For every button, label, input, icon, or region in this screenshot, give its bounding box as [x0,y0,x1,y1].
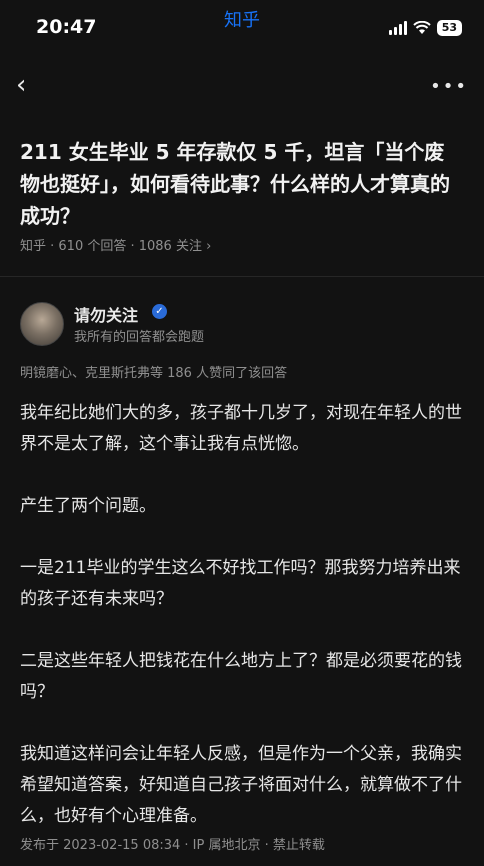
signal-icon [388,21,407,35]
question-title[interactable]: 211 女生毕业 5 年存款仅 5 千，坦言「当个废物也挺好」，如何看待此事？什… [20,136,462,232]
verified-badge-icon: ✓ [152,304,167,319]
wifi-icon [412,21,431,34]
system-icons: 53 [388,20,462,36]
avatar[interactable] [20,302,64,346]
back-arrow-icon[interactable]: ‹ [16,70,26,100]
endorse-text[interactable]: 明镜磨心、克里斯托弗等 186 人赞同了该回答 [20,362,287,381]
answer-body: 我年纪比她们大的多，孩子都十几岁了，对现在年轻人的世界不是太了解，这个事让我有点… [20,398,466,863]
answer-paragraph: 一是211毕业的学生这么不好找工作吗？那我努力培养出来的孩子还有未来吗？ [20,558,461,609]
footer-meta: 发布于 2023-02-15 08:34 · IP 属地北京 · 禁止转载 [20,838,325,853]
question-meta[interactable]: 知乎 · 610 个回答 · 1086 关注 › [20,235,211,254]
answer-paragraph: 我年纪比她们大的多，孩子都十几岁了，对现在年轻人的世界不是太了解，这个事让我有点… [20,403,462,454]
battery-icon: 53 [436,20,462,36]
nav-bar: ‹ ••• [0,68,484,104]
answer-paragraph: 我知道这样问会让年轻人反感，但是作为一个父亲，我确实希望知道答案，好知道自己孩子… [20,744,462,826]
author-bio: 我所有的回答都会跑题 [74,330,205,345]
answer-paragraph: 二是这些年轻人把钱花在什么地方上了？都是必须要花的钱吗？ [20,651,462,702]
author-name[interactable]: 请勿关注 [74,302,138,326]
author-block[interactable]: 请勿关注 ✓ 我所有的回答都会跑题 [20,300,460,348]
status-bar: 20:47 知乎 53 [0,0,484,60]
divider [0,276,484,277]
more-icon[interactable]: ••• [430,76,468,97]
answer-paragraph: 产生了两个问题。 [20,496,156,516]
